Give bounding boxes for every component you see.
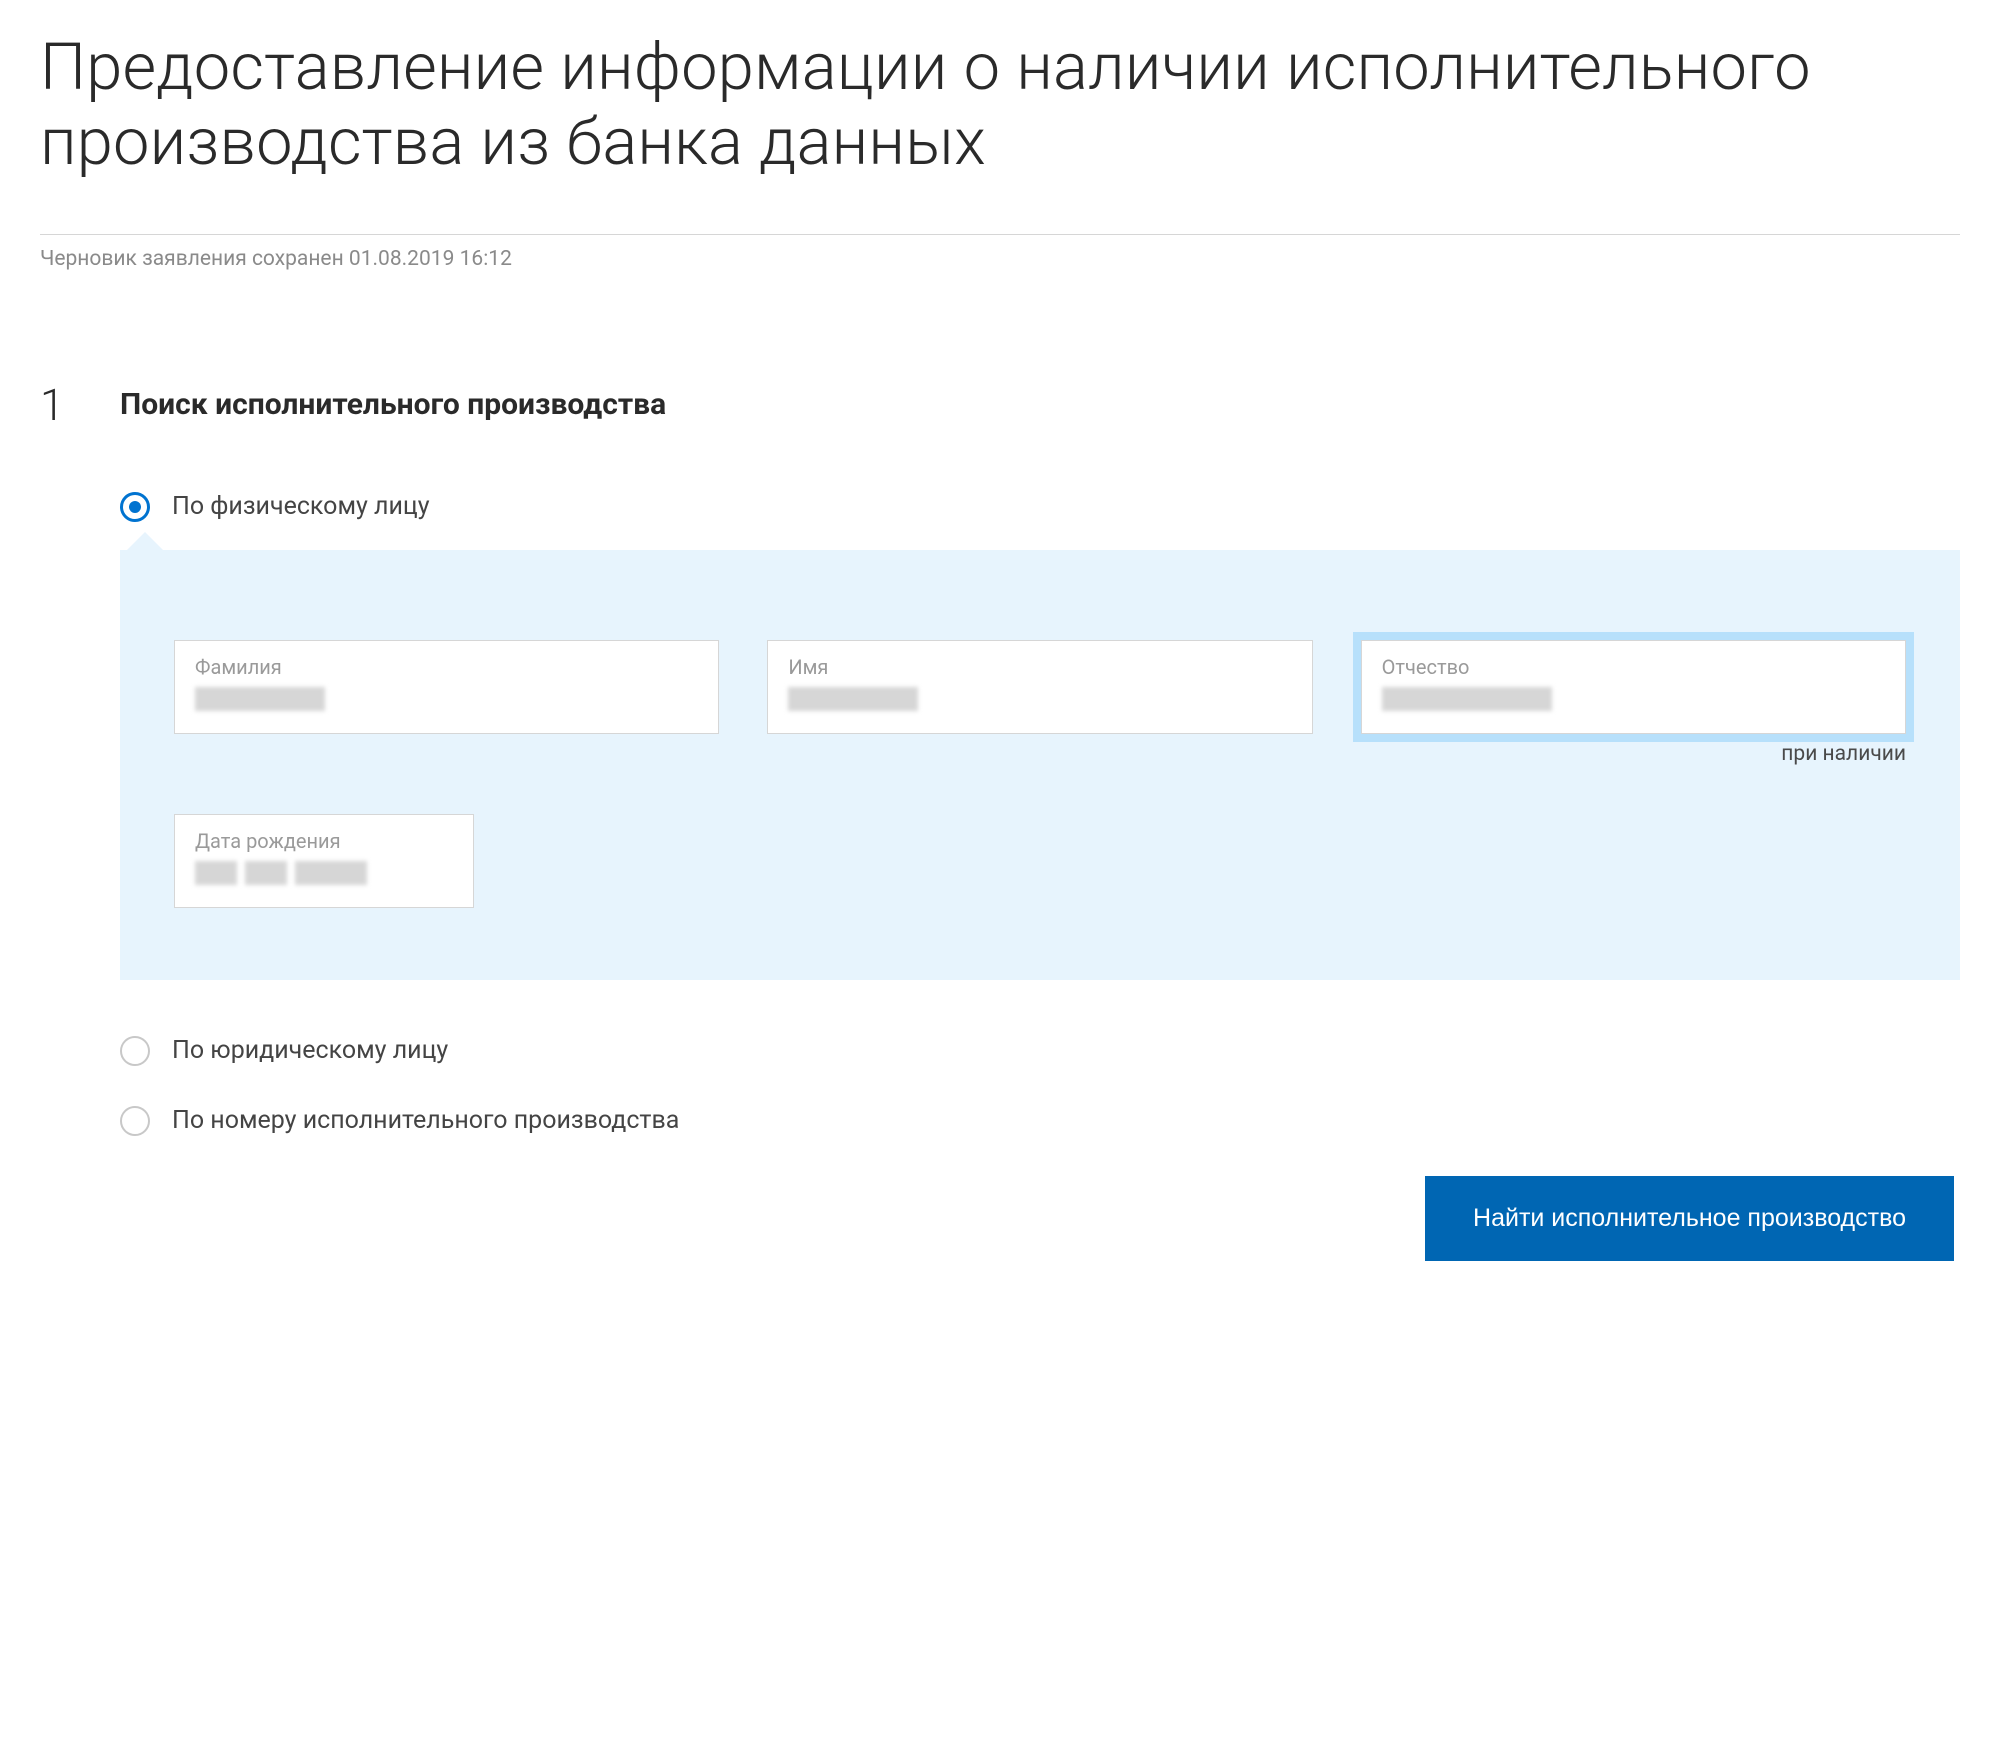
panel-arrow-icon [127, 532, 163, 550]
step-heading: Поиск исполнительного производства [120, 387, 1960, 422]
radio-unselected-icon [120, 1036, 150, 1066]
firstname-value-redacted [788, 687, 1291, 711]
option-by-number[interactable]: По номеру исполнительного производства [120, 1106, 1960, 1136]
radio-selected-icon [120, 492, 150, 522]
firstname-label: Имя [788, 655, 1291, 679]
patronymic-field[interactable]: Отчество при наличии [1361, 640, 1906, 734]
option-legal-label: По юридическому лицу [172, 1036, 448, 1065]
submit-button[interactable]: Найти исполнительное производство [1425, 1176, 1954, 1261]
patronymic-label: Отчество [1382, 655, 1885, 679]
draft-status: Черновик заявления сохранен 01.08.2019 1… [40, 247, 1960, 271]
step: 1 Поиск исполнительного производства По … [40, 381, 1960, 1261]
option-legal[interactable]: По юридическому лицу [120, 1036, 1960, 1066]
patronymic-value-redacted [1382, 687, 1885, 711]
submit-row: Найти исполнительное производство [120, 1176, 1960, 1261]
step-number: 1 [40, 381, 120, 427]
dob-field[interactable]: Дата рождения [174, 814, 474, 908]
other-options: По юридическому лицу По номеру исполните… [120, 1036, 1960, 1136]
step-body: Поиск исполнительного производства По фи… [120, 381, 1960, 1261]
option-physical-label: По физическому лицу [172, 492, 430, 521]
option-physical[interactable]: По физическому лицу [120, 492, 1960, 522]
lastname-label: Фамилия [195, 655, 698, 679]
physical-panel: Фамилия Имя [120, 550, 1960, 980]
firstname-field[interactable]: Имя [767, 640, 1312, 734]
field-row-1: Фамилия Имя [174, 640, 1906, 734]
radio-unselected-icon [120, 1106, 150, 1136]
dob-value-redacted [195, 861, 453, 885]
lastname-field[interactable]: Фамилия [174, 640, 719, 734]
patronymic-hint: при наличии [1781, 742, 1906, 766]
field-row-2: Дата рождения [174, 814, 1906, 908]
page-title: Предоставление информации о наличии испо… [40, 30, 1960, 180]
option-by-number-label: По номеру исполнительного производства [172, 1106, 679, 1135]
lastname-value-redacted [195, 687, 698, 711]
divider [40, 234, 1960, 235]
dob-label: Дата рождения [195, 829, 453, 853]
panel-body: Фамилия Имя [120, 550, 1960, 980]
search-options: По физическому лицу Фамилия [120, 492, 1960, 1261]
